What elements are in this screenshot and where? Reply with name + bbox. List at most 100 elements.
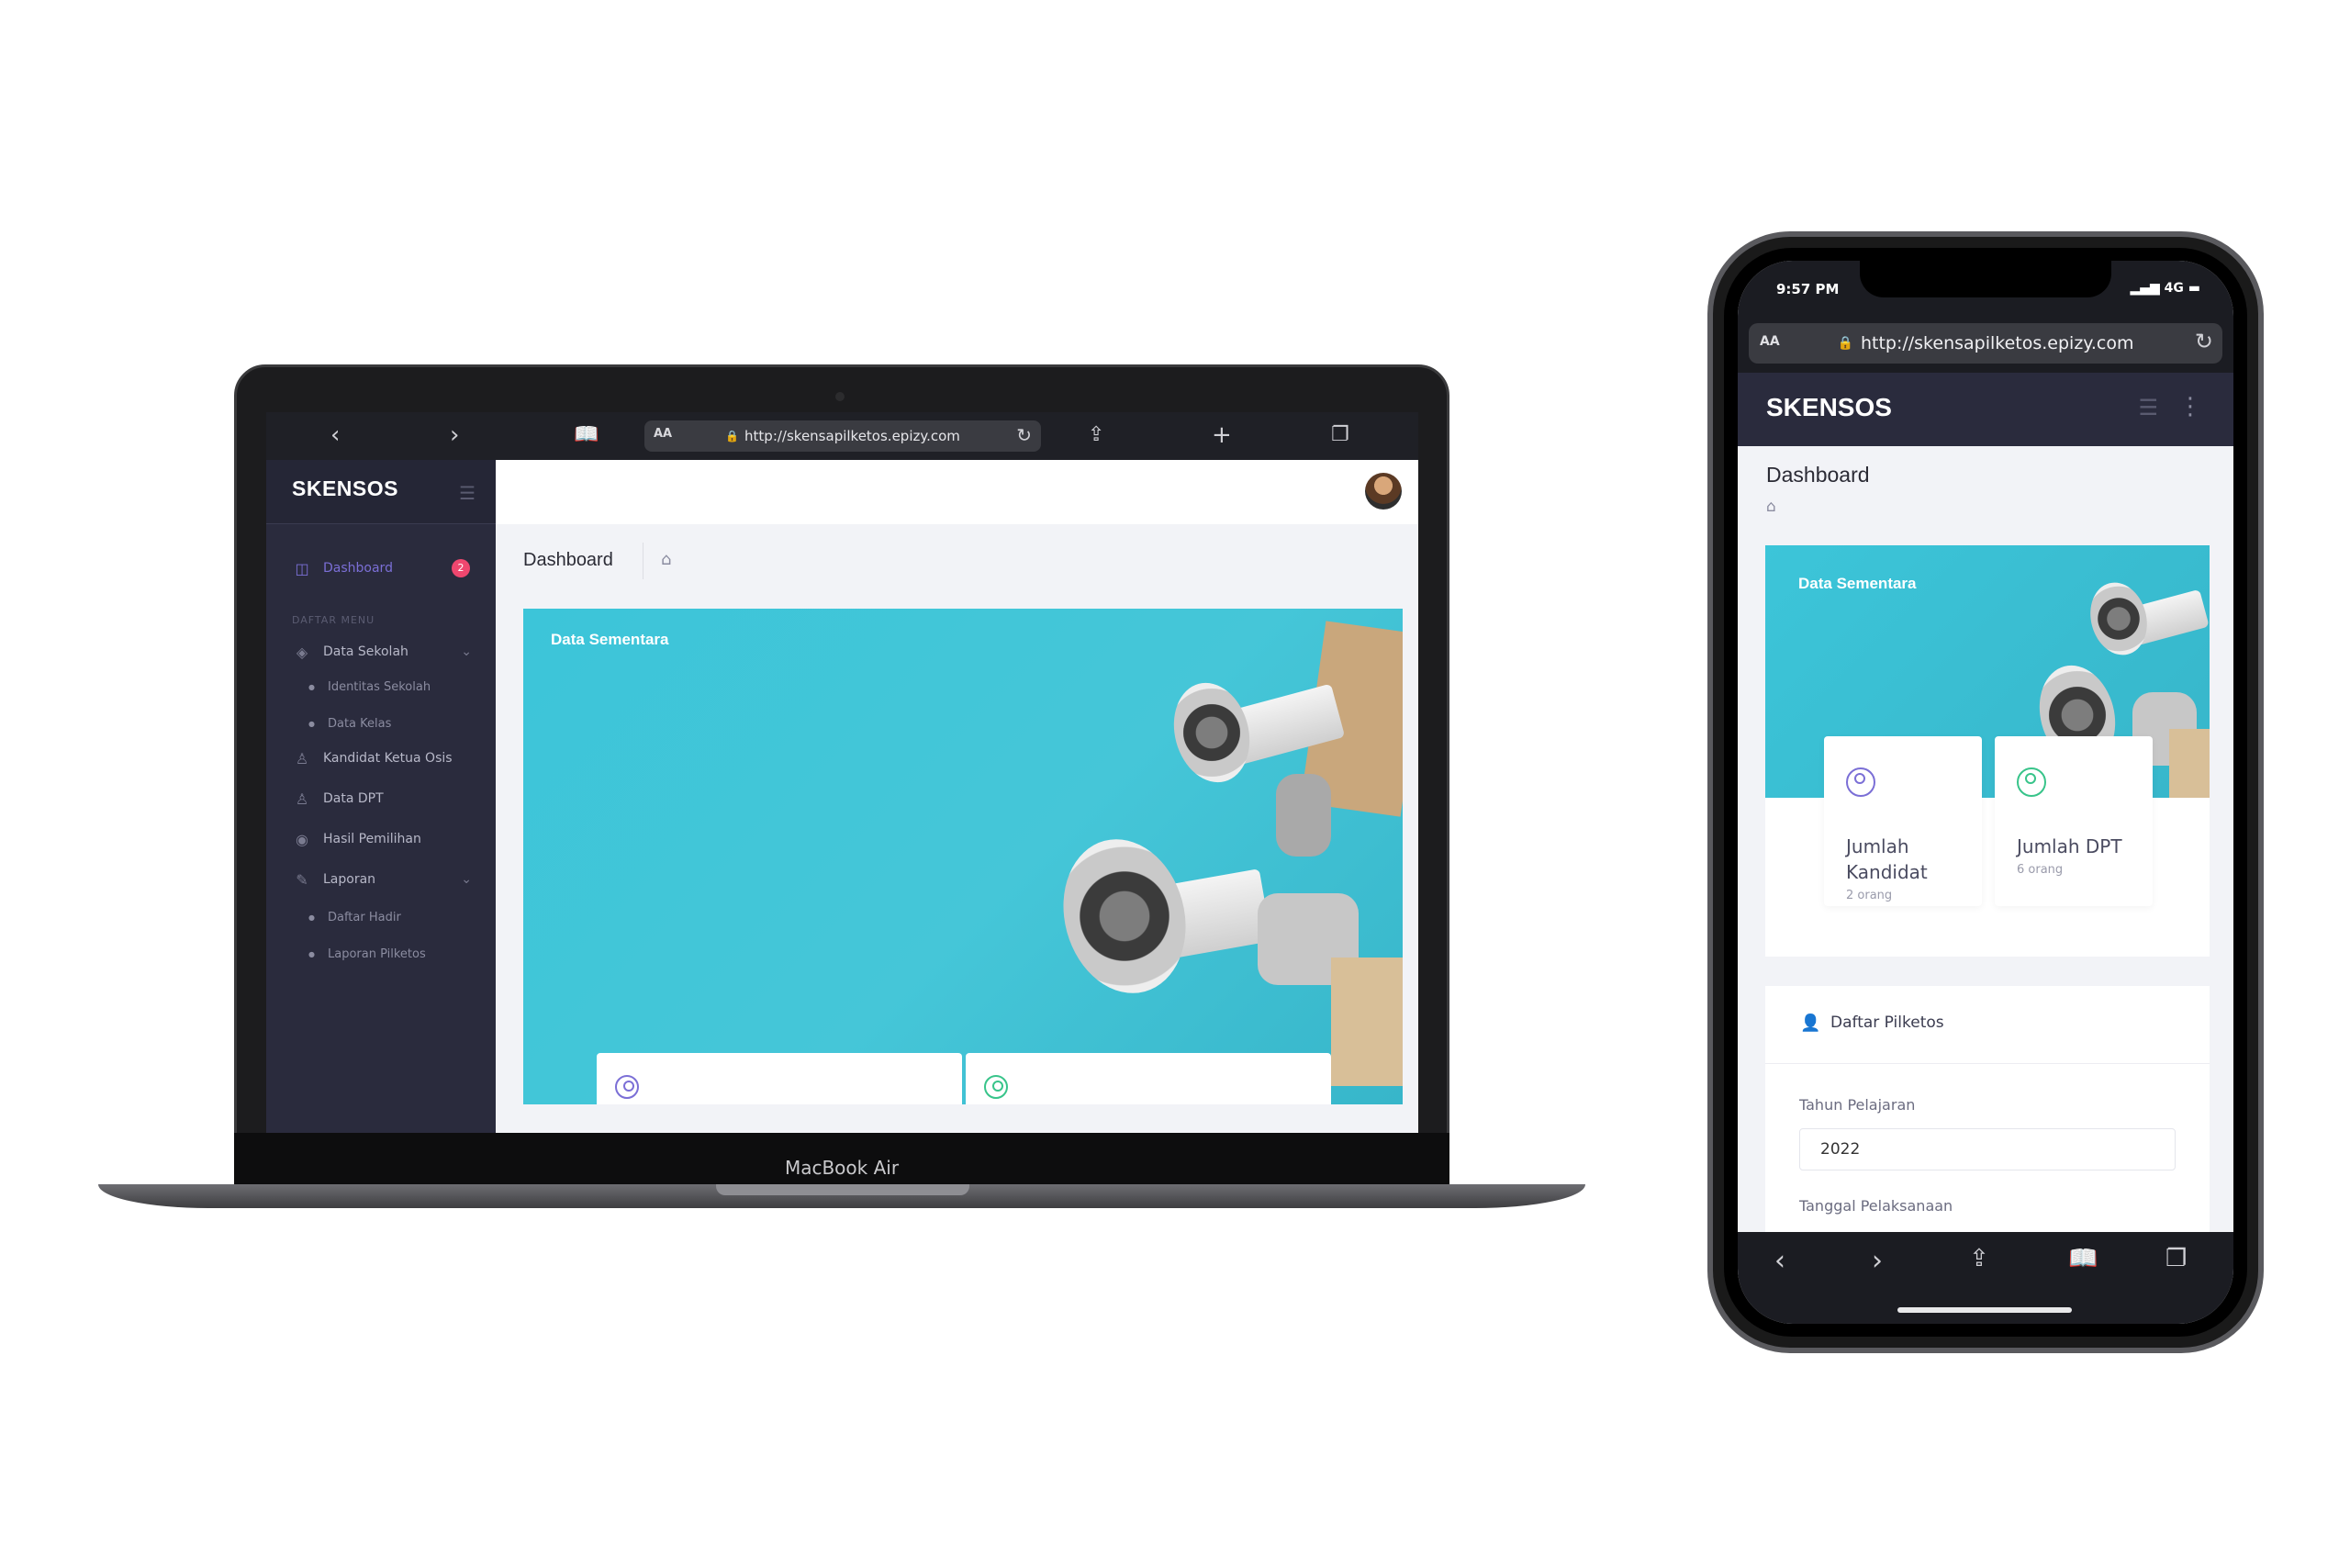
share-icon[interactable]: ⇪ [1969,1245,1989,1272]
sidebar-item-label: Identitas Sekolah [327,679,431,694]
tabs-icon[interactable]: ❐ [1331,421,1349,449]
megaphone-bell [1163,674,1260,791]
sidebar-item-label: Daftar Hadir [327,910,401,924]
status-signal: ▂▄▆ 4G ▬ [2130,281,2200,296]
layers-icon: ◈ [296,643,308,661]
laptop-screen: ‹ › 📖 AA 🔒 http://skensapilketos.epizy.c… [266,412,1418,1133]
page-title: Dashboard [1766,463,1870,487]
card-title: Kandidat [1846,861,1928,883]
laptop-camera [835,392,845,401]
address-bar[interactable]: AA 🔒 http://skensapilketos.epizy.com ↻ [644,420,1041,452]
sidebar-item-label: Laporan Pilketos [327,946,426,961]
banner-title: Data Sementara [551,631,669,648]
reader-aa-button[interactable]: AA [654,427,672,441]
more-vertical-icon[interactable]: ⋮ [2178,393,2202,420]
home-indicator [1897,1307,2072,1313]
user-icon: ♙ [295,749,309,767]
url-text: http://skensapilketos.epizy.com [1860,333,2134,353]
sidebar-item-label: Laporan [323,872,376,887]
sidebar-item-dashboard[interactable]: ◫ Dashboard 2 [266,552,496,585]
form-title: Daftar Pilketos [1830,1014,1944,1032]
phone-screen: 9:57 PM ▂▄▆ 4G ▬ AA 🔒 http://skensapilke… [1738,261,2233,1324]
user-icon: ♙ [295,790,309,808]
address-bar[interactable]: AA 🔒 http://skensapilketos.epizy.com ↻ [1749,323,2222,364]
chart-icon: ◫ [295,559,309,577]
reload-icon[interactable]: ↻ [2195,329,2213,354]
phone-notch [1860,261,2111,297]
sidebar-subitem-data-kelas[interactable]: ● Data Kelas [266,709,496,738]
network-type: 4G [2164,281,2184,296]
stat-card-kandidat [597,1053,962,1104]
date-label: Tanggal Pelaksanaan [1799,1197,1953,1215]
lock-icon: 🔒 [725,430,740,442]
reader-aa-button[interactable]: AA [1760,334,1780,349]
sidebar-item-data-dpt[interactable]: ♙ Data DPT [266,782,496,815]
sidebar-item-laporan[interactable]: ✎ Laporan ⌄ [266,863,496,896]
browser-bottom-bar: ‹ › ⇪ 📖 ❐ [1738,1232,2233,1324]
bookmarks-icon[interactable]: 📖 [574,421,599,449]
card-subtitle: 2 orang [1846,889,1893,902]
reload-icon[interactable]: ↻ [1016,424,1032,446]
year-label: Tahun Pelajaran [1799,1096,1916,1114]
year-input[interactable]: 2022 [1799,1128,2176,1170]
megaphone-bell [2082,576,2155,662]
card-title: Jumlah [1846,835,1909,857]
form-card: 👤 Daftar Pilketos Tahun Pelajaran 2022 T… [1765,986,2210,1252]
chevron-left-icon[interactable]: ‹ [330,421,340,449]
stat-card-kandidat: Jumlah Kandidat 2 orang [1824,736,1982,906]
chevron-down-icon: ⌄ [461,644,472,659]
sidebar-subitem-laporan-pilketos[interactable]: ● Laporan Pilketos [266,939,496,969]
signal-icon: ▂▄▆ [2130,281,2165,296]
menu-toggle-icon[interactable]: ☰ [2138,395,2158,420]
sidebar-item-data-sekolah[interactable]: ◈ Data Sekolah ⌄ [266,635,496,668]
app-logo[interactable]: SKENSOS [292,476,398,501]
device-label: MacBook Air [784,1157,900,1179]
chevron-left-icon[interactable]: ‹ [1774,1245,1785,1277]
banner: Data Sementara [523,609,1403,1104]
sidebar-subitem-daftar-hadir[interactable]: ● Daftar Hadir [266,902,496,932]
menu-toggle-icon[interactable]: ☰ [459,482,476,504]
url-text: http://skensapilketos.epizy.com [744,428,960,444]
sidebar-item-label: Hasil Pemilihan [323,832,421,846]
user-icon: 👤 [1800,1014,1821,1033]
home-icon[interactable]: ⌂ [661,550,671,569]
sidebar-item-label: Data Kelas [327,716,392,731]
chevron-right-icon[interactable]: › [450,421,459,449]
chevron-down-icon: ⌄ [461,872,472,887]
top-navbar [496,460,1418,524]
user-circle-icon [984,1075,1008,1099]
battery-icon: ▬ [2183,281,2200,296]
user-circle-icon [1846,767,1875,797]
avatar[interactable] [1365,473,1402,510]
new-tab-icon[interactable]: + [1212,421,1232,449]
sidebar: SKENSOS ☰ ◫ Dashboard 2 DAFTAR MENU ◈ Da… [266,460,496,1133]
app-logo[interactable]: SKENSOS [1766,393,1892,422]
notification-badge: 2 [452,559,470,577]
banner-title: Data Sementara [1798,575,1917,592]
bookmarks-icon[interactable]: 📖 [2068,1245,2098,1272]
stat-card-dpt: Jumlah DPT 6 orang [1995,736,2153,906]
home-icon[interactable]: ⌂ [1766,498,1776,516]
sidebar-subitem-identitas-sekolah[interactable]: ● Identitas Sekolah [266,672,496,701]
sidebar-item-hasil-pemilihan[interactable]: ◉ Hasil Pemilihan [266,823,496,856]
status-time: 9:57 PM [1776,281,1840,297]
app-header: SKENSOS ☰ ⋮ [1738,373,2233,446]
paper-decoration [1331,958,1403,1086]
chevron-right-icon[interactable]: › [1872,1245,1883,1277]
form-card-header: 👤 Daftar Pilketos [1765,986,2210,1064]
sidebar-item-label: Data DPT [323,791,384,806]
laptop-hinge-notch [716,1184,969,1195]
browser-toolbar: AA 🔒 http://skensapilketos.epizy.com ↻ [1738,316,2233,373]
banner-section: Data Sementara Jumlah Kandidat 2 orang J… [1765,545,2210,957]
tabs-icon[interactable]: ❐ [2165,1245,2187,1272]
stat-card-dpt [966,1053,1331,1104]
sidebar-item-label: Kandidat Ketua Osis [323,751,453,766]
user-circle-icon [615,1075,639,1099]
sidebar-item-label: Dashboard [323,561,393,576]
user-circle-icon [2017,767,2046,797]
megaphone-bell [1046,825,1203,1007]
browser-toolbar: ‹ › 📖 AA 🔒 http://skensapilketos.epizy.c… [266,412,1418,460]
sidebar-item-kandidat[interactable]: ♙ Kandidat Ketua Osis [266,742,496,775]
paperclip-icon: ✎ [296,870,308,889]
share-icon[interactable]: ⇪ [1088,421,1104,449]
